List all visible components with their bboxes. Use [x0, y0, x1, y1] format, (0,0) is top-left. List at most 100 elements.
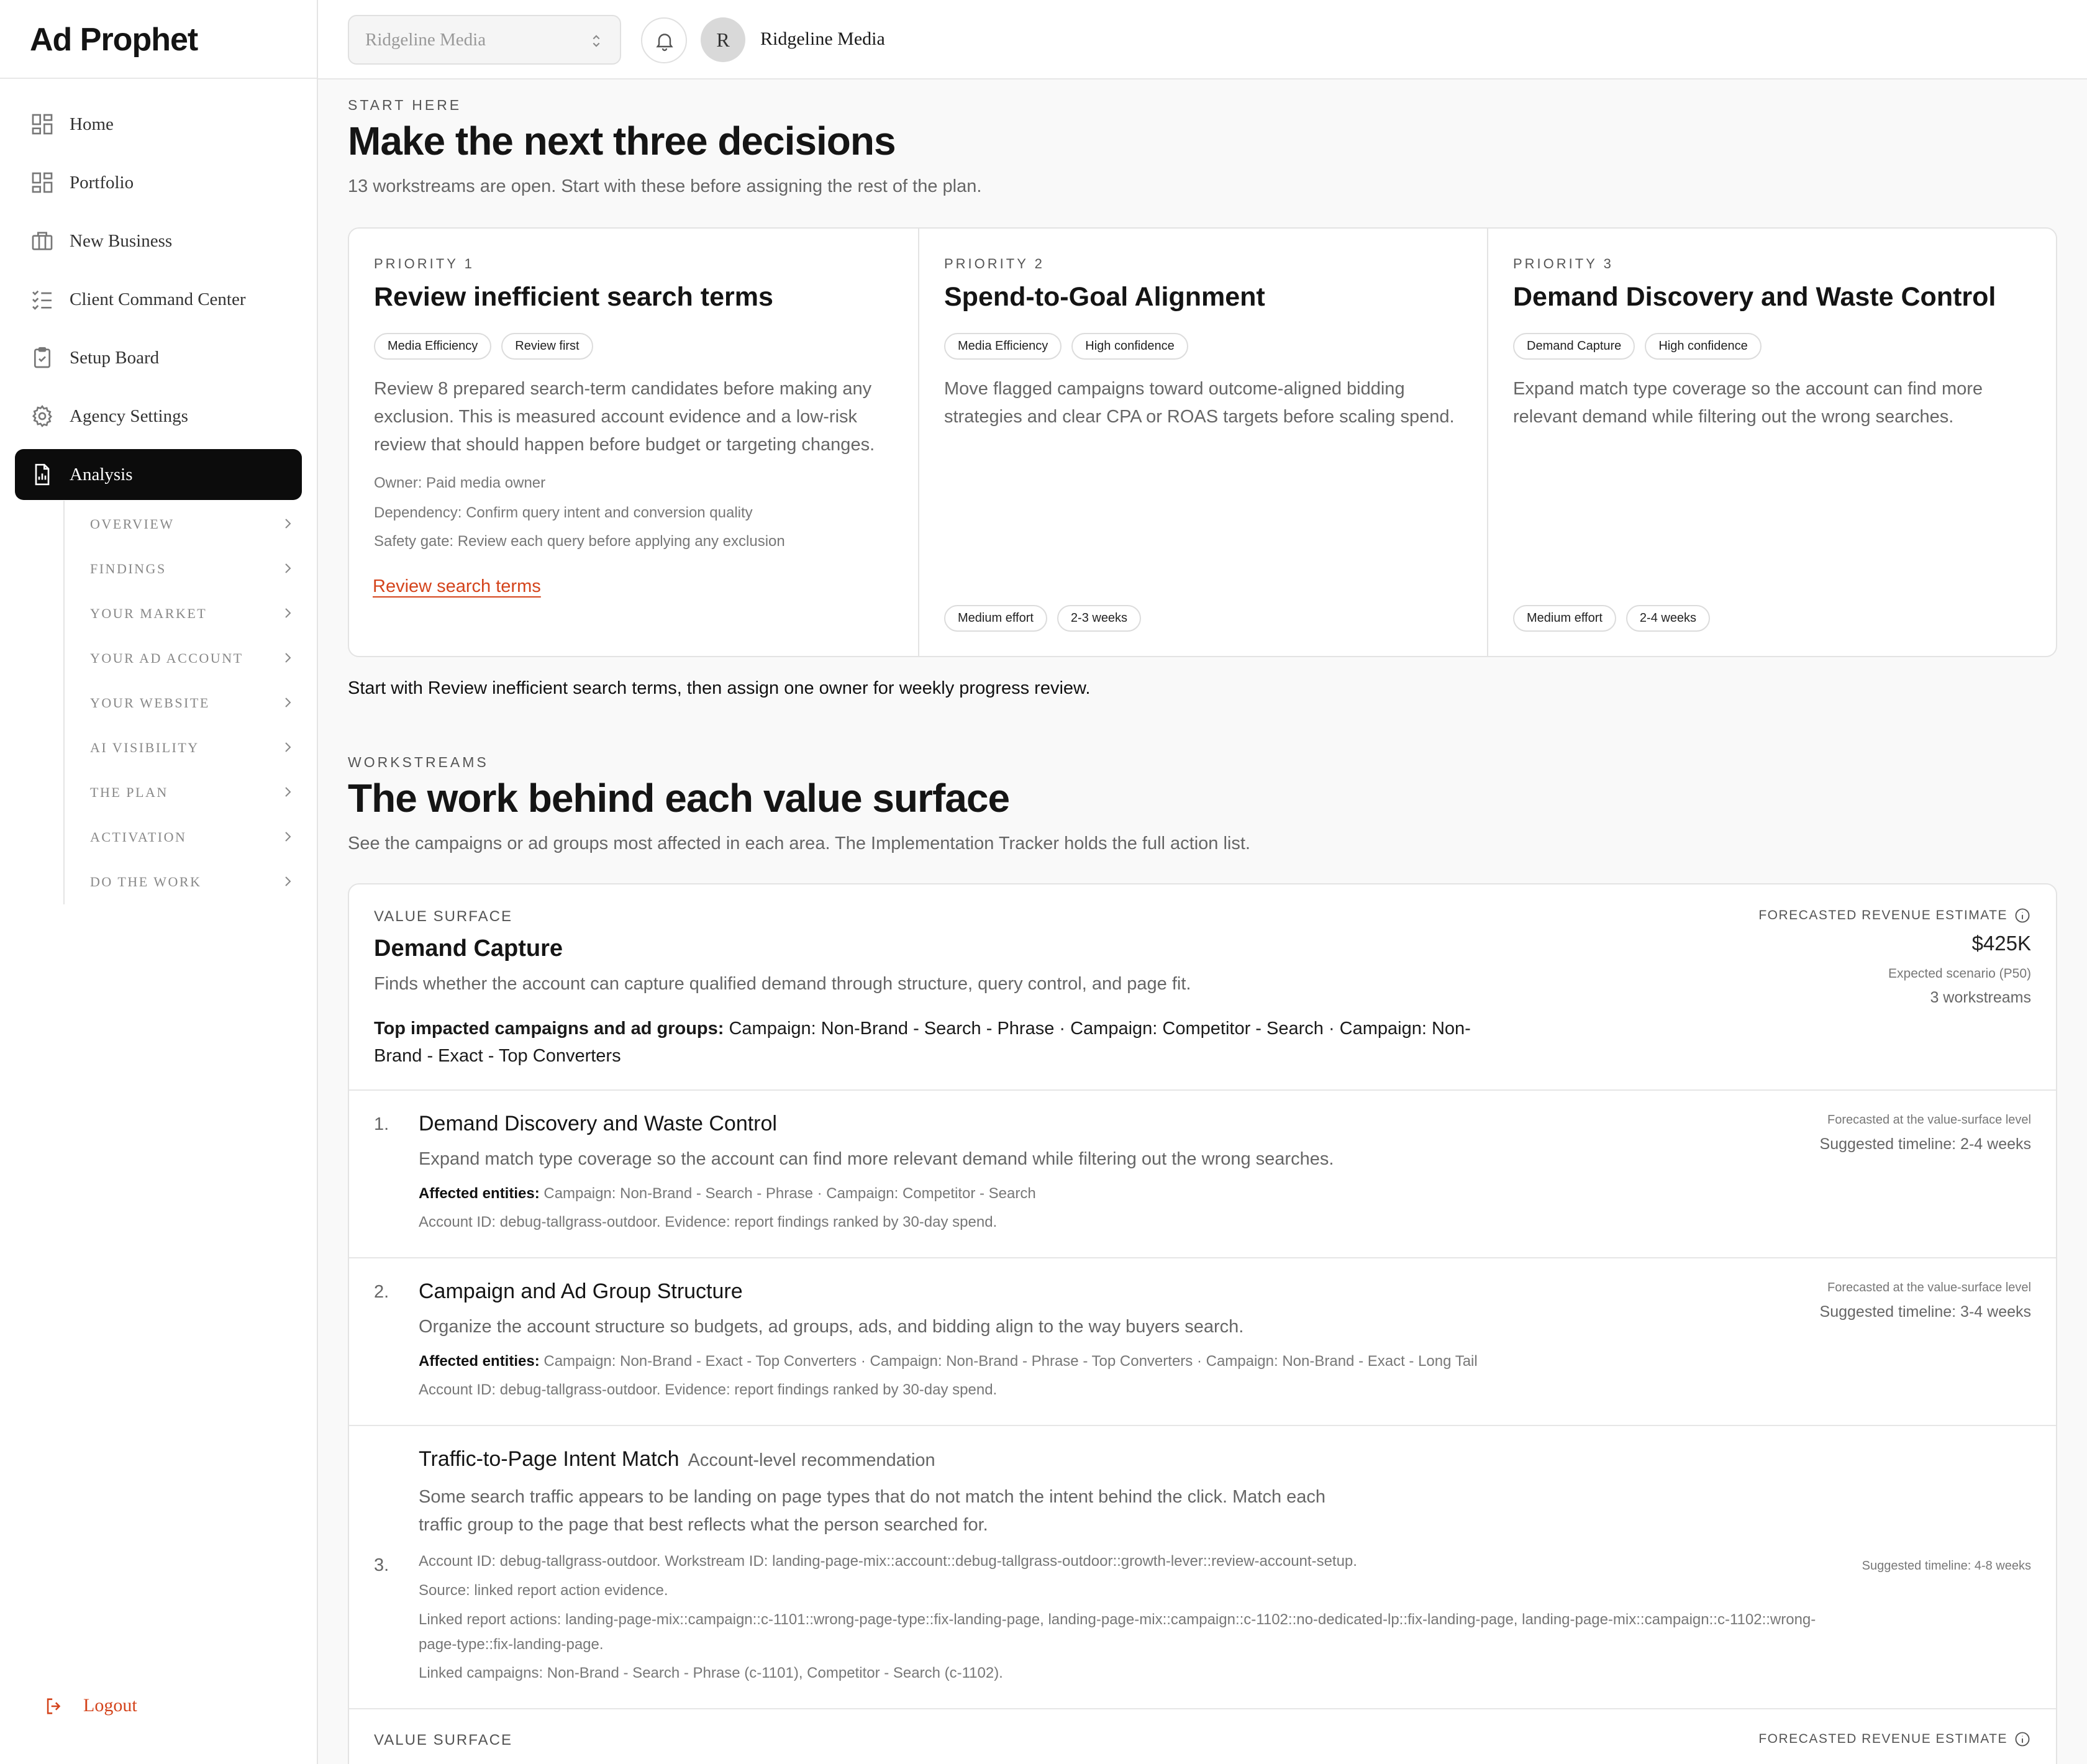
- notifications-button[interactable]: [641, 17, 687, 63]
- linked-campaigns: Linked campaigns: Non-Brand - Search - P…: [419, 1665, 1003, 1681]
- sidebar-item-client-command-center[interactable]: Client Command Center: [15, 274, 302, 325]
- briefcase-icon: [30, 229, 55, 253]
- source-line: Source: linked report action evidence.: [419, 1582, 668, 1599]
- priority-dependency: Dependency: Confirm query intent and con…: [374, 504, 753, 521]
- user-name[interactable]: Ridgeline Media: [760, 29, 885, 50]
- sidebar-item-home[interactable]: Home: [15, 99, 302, 150]
- sidebar-item-setup-board[interactable]: Setup Board: [15, 332, 302, 383]
- start-subtitle: 13 workstreams are open. Start with thes…: [348, 176, 982, 196]
- effort-tag: Medium effort: [944, 605, 1047, 632]
- logout-icon: [43, 1696, 65, 1717]
- forecast-note: Forecasted at the value-surface level: [1827, 1281, 2031, 1294]
- sidebar-item-portfolio[interactable]: Portfolio: [15, 157, 302, 208]
- bell-icon: [656, 34, 673, 52]
- chevron-right-icon: [280, 561, 295, 576]
- divider: [349, 1089, 2056, 1091]
- forecast-label-text: FORECASTED REVENUE ESTIMATE: [1758, 1732, 2007, 1746]
- chevron-right-icon: [280, 784, 295, 799]
- affected-value: Campaign: Non-Brand - Search - Phrase · …: [543, 1185, 1036, 1202]
- forecast-value: $425K: [1971, 932, 2031, 955]
- chevron-right-icon: [280, 740, 295, 755]
- sidebar-item-new-business[interactable]: New Business: [15, 216, 302, 266]
- workstreams-eyebrow: WORKSTREAMS: [348, 754, 489, 770]
- sidebar-item-label: Portfolio: [70, 172, 134, 193]
- account-line: Account ID: debug-tallgrass-outdoor. Evi…: [419, 1214, 998, 1230]
- value-surface-eyebrow: VALUE SURFACE: [374, 908, 512, 925]
- affected-label: Affected entities:: [419, 1185, 540, 1202]
- workstream-title[interactable]: Campaign and Ad Group Structure: [419, 1280, 743, 1304]
- top-impacted-label: Top impacted campaigns and ad groups:: [374, 1019, 724, 1039]
- topbar: Ridgeline Media R Ridgeline Media: [318, 0, 2087, 80]
- affected-label: Affected entities:: [419, 1353, 540, 1370]
- grid-icon: [30, 170, 55, 195]
- subnav-item-your-website[interactable]: YOUR WEBSITE: [90, 688, 295, 719]
- priority-title: Spend-to-Goal Alignment: [944, 282, 1265, 312]
- divider: [349, 1708, 2056, 1709]
- workstream-title[interactable]: Traffic-to-Page Intent Match Account-leve…: [419, 1447, 935, 1471]
- priority-description: Move flagged campaigns toward outcome-al…: [944, 379, 1455, 427]
- subnav-item-findings[interactable]: FINDINGS: [90, 553, 295, 584]
- affected-value: Campaign: Non-Brand - Exact - Top Conver…: [543, 1353, 1478, 1370]
- chevron-right-icon: [280, 516, 295, 531]
- suggested-timeline: Suggested timeline: 4-8 weeks: [1862, 1559, 2031, 1573]
- sidebar-item-label: Home: [70, 114, 114, 134]
- subnav-label: YOUR AD ACCOUNT: [90, 650, 243, 666]
- account-line: Account ID: debug-tallgrass-outdoor. Evi…: [419, 1381, 998, 1398]
- subnav-item-your-ad-account[interactable]: YOUR AD ACCOUNT: [90, 643, 295, 674]
- workstream-title[interactable]: Demand Discovery and Waste Control: [419, 1112, 777, 1136]
- subnav-item-do-the-work[interactable]: DO THE WORK: [90, 866, 295, 898]
- info-icon[interactable]: [2014, 907, 2031, 924]
- tag: Demand Capture: [1513, 333, 1635, 360]
- subnav-label: FINDINGS: [90, 561, 166, 576]
- sidebar-item-analysis[interactable]: Analysis: [15, 449, 302, 500]
- subnav-item-overview[interactable]: OVERVIEW: [90, 509, 295, 540]
- priority-cards: PRIORITY 1 Review inefficient search ter…: [348, 227, 2057, 657]
- workstream-number: 1.: [374, 1114, 389, 1134]
- tag: High confidence: [1645, 333, 1762, 360]
- value-surface-card: VALUE SURFACE Demand Capture Finds wheth…: [348, 883, 2057, 1764]
- subnav-label: YOUR MARKET: [90, 606, 207, 621]
- priority-title: Demand Discovery and Waste Control: [1513, 282, 1996, 312]
- sidebar-item-label: Agency Settings: [70, 406, 188, 426]
- priority-title: Review inefficient search terms: [374, 282, 773, 312]
- chevron-right-icon: [280, 829, 295, 844]
- clipboard-check-icon: [30, 345, 55, 370]
- info-icon[interactable]: [2014, 1730, 2031, 1748]
- tag: Media Efficiency: [374, 333, 492, 360]
- subnav-item-activation[interactable]: ACTIVATION: [90, 822, 295, 853]
- priority-eyebrow: PRIORITY 2: [944, 256, 1045, 271]
- value-surface-eyebrow: VALUE SURFACE: [374, 1732, 512, 1748]
- app-logo[interactable]: Ad Prophet: [30, 21, 198, 58]
- sidebar-item-label: Client Command Center: [70, 289, 246, 309]
- gear-icon: [30, 404, 55, 429]
- forecast-workstreams: 3 workstreams: [1930, 989, 2031, 1006]
- tag: Review first: [501, 333, 593, 360]
- workspace-select[interactable]: Ridgeline Media: [348, 15, 621, 65]
- subnav-item-ai-visibility[interactable]: AI VISIBILITY: [90, 732, 295, 763]
- forecast-label: FORECASTED REVENUE ESTIMATE: [1758, 1730, 2031, 1748]
- suggested-timeline: Suggested timeline: 2-4 weeks: [1819, 1135, 2031, 1153]
- forecast-label: FORECASTED REVENUE ESTIMATE: [1758, 907, 2031, 924]
- workstream-description: Organize the account structure so budget…: [419, 1317, 1244, 1337]
- workstreams-subtitle: See the campaigns or ad groups most affe…: [348, 834, 1250, 853]
- page-title: Make the next three decisions: [348, 119, 896, 163]
- sidebar-item-agency-settings[interactable]: Agency Settings: [15, 391, 302, 442]
- workstreams-title: The work behind each value surface: [348, 776, 1010, 821]
- logout-button[interactable]: Logout: [43, 1692, 168, 1722]
- sidebar-item-label: New Business: [70, 230, 173, 251]
- start-note: Start with Review inefficient search ter…: [348, 678, 1091, 698]
- workstream-description: Expand match type coverage so the accoun…: [419, 1149, 1334, 1169]
- divider: [349, 1257, 2056, 1258]
- list-check-icon: [30, 287, 55, 312]
- chevron-right-icon: [280, 695, 295, 710]
- forecast-note: Forecasted at the value-surface level: [1827, 1113, 2031, 1127]
- review-search-terms-link[interactable]: Review search terms: [373, 576, 541, 597]
- affected-entities: Affected entities: Campaign: Non-Brand -…: [419, 1353, 1478, 1370]
- sidebar: Ad Prophet Home Portfolio New Business C…: [0, 0, 318, 1764]
- subnav-label: THE PLAN: [90, 784, 168, 800]
- avatar[interactable]: R: [701, 17, 745, 62]
- logout-label: Logout: [83, 1695, 137, 1716]
- subnav-item-the-plan[interactable]: THE PLAN: [90, 777, 295, 808]
- priority-eyebrow: PRIORITY 3: [1513, 256, 1614, 271]
- subnav-item-your-market[interactable]: YOUR MARKET: [90, 598, 295, 629]
